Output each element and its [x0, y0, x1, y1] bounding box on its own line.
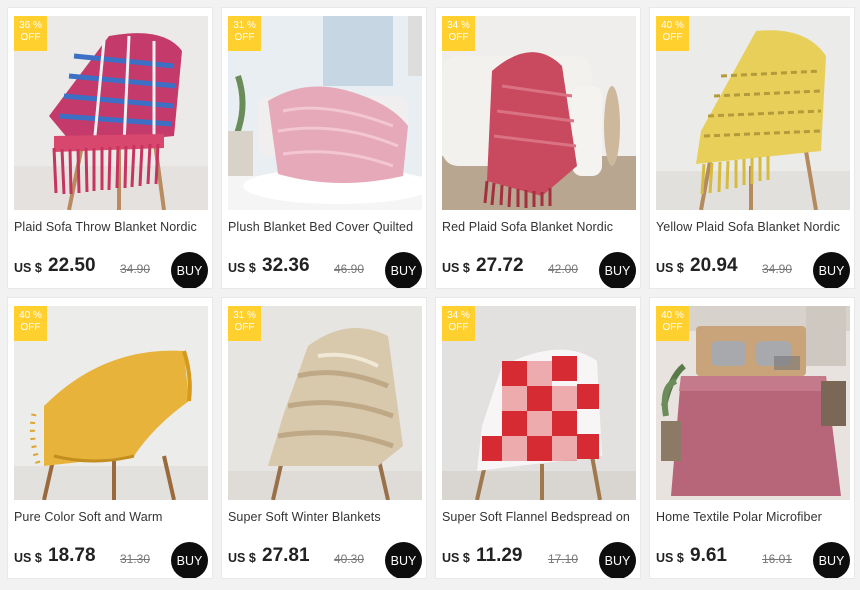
- price-row: US $ 27.72 42.00 BUY: [442, 252, 638, 288]
- buy-button[interactable]: BUY: [385, 252, 422, 288]
- product-image[interactable]: 40 % OFF: [14, 306, 208, 500]
- discount-percent: 34 %: [447, 310, 470, 321]
- price-row: US $ 20.94 34.90 BUY: [656, 252, 852, 288]
- discount-off-label: OFF: [448, 322, 469, 333]
- discount-badge: 34 % OFF: [442, 16, 475, 51]
- sale-price: 20.94: [690, 255, 738, 276]
- discount-percent: 40 %: [661, 20, 684, 31]
- sale-price: 11.29: [476, 545, 523, 566]
- sale-price: 22.50: [48, 255, 96, 276]
- product-title[interactable]: Pure Color Soft and Warm: [14, 510, 210, 524]
- product-card[interactable]: 34 % OFF Super Soft Flannel Bedspread on…: [435, 297, 641, 579]
- discount-percent: 40 %: [661, 310, 684, 321]
- currency-label: US $: [656, 261, 684, 275]
- product-card[interactable]: 36 % OFF Plaid Sofa Throw Blanket Nordic…: [7, 7, 213, 289]
- product-card[interactable]: 31 % OFF Super Soft Winter Blankets US $…: [221, 297, 427, 579]
- product-card[interactable]: 40 % OFF Pure Color Soft and Warm US $ 1…: [7, 297, 213, 579]
- product-title[interactable]: Red Plaid Sofa Blanket Nordic: [442, 220, 638, 234]
- original-price: 34.90: [120, 262, 151, 276]
- product-title[interactable]: Home Textile Polar Microfiber: [656, 510, 852, 524]
- buy-button[interactable]: BUY: [813, 252, 850, 288]
- discount-percent: 34 %: [447, 20, 470, 31]
- discount-off-label: OFF: [448, 32, 469, 43]
- currency-label: US $: [228, 551, 256, 565]
- original-price: 42.00: [548, 262, 579, 276]
- discount-percent: 40 %: [19, 310, 42, 321]
- currency-label: US $: [442, 551, 470, 565]
- currency-label: US $: [14, 551, 42, 565]
- original-price: 34.90: [762, 262, 793, 276]
- discount-off-label: OFF: [234, 32, 255, 43]
- product-image[interactable]: 40 % OFF: [656, 16, 850, 210]
- product-image[interactable]: 31 % OFF: [228, 306, 422, 500]
- discount-badge: 36 % OFF: [14, 16, 47, 51]
- buy-button[interactable]: BUY: [599, 542, 636, 578]
- original-price: 46.90: [334, 262, 365, 276]
- price-row: US $ 22.50 34.90 BUY: [14, 252, 210, 288]
- discount-badge: 40 % OFF: [656, 16, 689, 51]
- sale-price: 9.61: [690, 545, 727, 566]
- product-title[interactable]: Super Soft Winter Blankets: [228, 510, 424, 524]
- buy-button[interactable]: BUY: [385, 542, 422, 578]
- product-image[interactable]: 31 % OFF: [228, 16, 422, 210]
- buy-button[interactable]: BUY: [813, 542, 850, 578]
- discount-badge: 40 % OFF: [656, 306, 689, 341]
- currency-label: US $: [14, 261, 42, 275]
- buy-button[interactable]: BUY: [171, 542, 208, 578]
- product-image[interactable]: 34 % OFF: [442, 16, 636, 210]
- product-card[interactable]: 40 % OFF Home Textile Polar Microfiber U…: [649, 297, 855, 579]
- discount-off-label: OFF: [662, 32, 683, 43]
- discount-badge: 40 % OFF: [14, 306, 47, 341]
- discount-badge: 31 % OFF: [228, 306, 261, 341]
- price-row: US $ 9.61 16.01 BUY: [656, 542, 852, 578]
- product-grid: 36 % OFF Plaid Sofa Throw Blanket Nordic…: [0, 0, 860, 579]
- discount-percent: 31 %: [233, 20, 256, 31]
- currency-label: US $: [228, 261, 256, 275]
- discount-off-label: OFF: [662, 322, 683, 333]
- original-price: 17.10: [548, 552, 579, 566]
- product-title[interactable]: Plush Blanket Bed Cover Quilted: [228, 220, 424, 234]
- price-row: US $ 18.78 31.30 BUY: [14, 542, 210, 578]
- product-title[interactable]: Yellow Plaid Sofa Blanket Nordic: [656, 220, 852, 234]
- product-card[interactable]: 34 % OFF Red Plaid Sofa Blanket Nordic U…: [435, 7, 641, 289]
- discount-percent: 36 %: [19, 20, 42, 31]
- price-row: US $ 32.36 46.90 BUY: [228, 252, 424, 288]
- original-price: 31.30: [120, 552, 151, 566]
- product-image[interactable]: 34 % OFF: [442, 306, 636, 500]
- price-row: US $ 11.29 17.10 BUY: [442, 542, 638, 578]
- discount-off-label: OFF: [234, 322, 255, 333]
- sale-price: 27.81: [262, 545, 310, 566]
- discount-badge: 34 % OFF: [442, 306, 475, 341]
- discount-off-label: OFF: [20, 32, 41, 43]
- discount-badge: 31 % OFF: [228, 16, 261, 51]
- product-title[interactable]: Plaid Sofa Throw Blanket Nordic: [14, 220, 210, 234]
- product-image[interactable]: 40 % OFF: [656, 306, 850, 500]
- currency-label: US $: [656, 551, 684, 565]
- price-row: US $ 27.81 40.30 BUY: [228, 542, 424, 578]
- discount-off-label: OFF: [20, 322, 41, 333]
- buy-button[interactable]: BUY: [171, 252, 208, 288]
- sale-price: 32.36: [262, 255, 310, 276]
- product-card[interactable]: 40 % OFF Yellow Plaid Sofa Blanket Nordi…: [649, 7, 855, 289]
- buy-button[interactable]: BUY: [599, 252, 636, 288]
- original-price: 16.01: [762, 552, 793, 566]
- discount-percent: 31 %: [233, 310, 256, 321]
- original-price: 40.30: [334, 552, 365, 566]
- sale-price: 27.72: [476, 255, 524, 276]
- product-card[interactable]: 31 % OFF Plush Blanket Bed Cover Quilted…: [221, 7, 427, 289]
- product-title[interactable]: Super Soft Flannel Bedspread on: [442, 510, 638, 524]
- currency-label: US $: [442, 261, 470, 275]
- product-image[interactable]: 36 % OFF: [14, 16, 208, 210]
- sale-price: 18.78: [48, 545, 96, 566]
